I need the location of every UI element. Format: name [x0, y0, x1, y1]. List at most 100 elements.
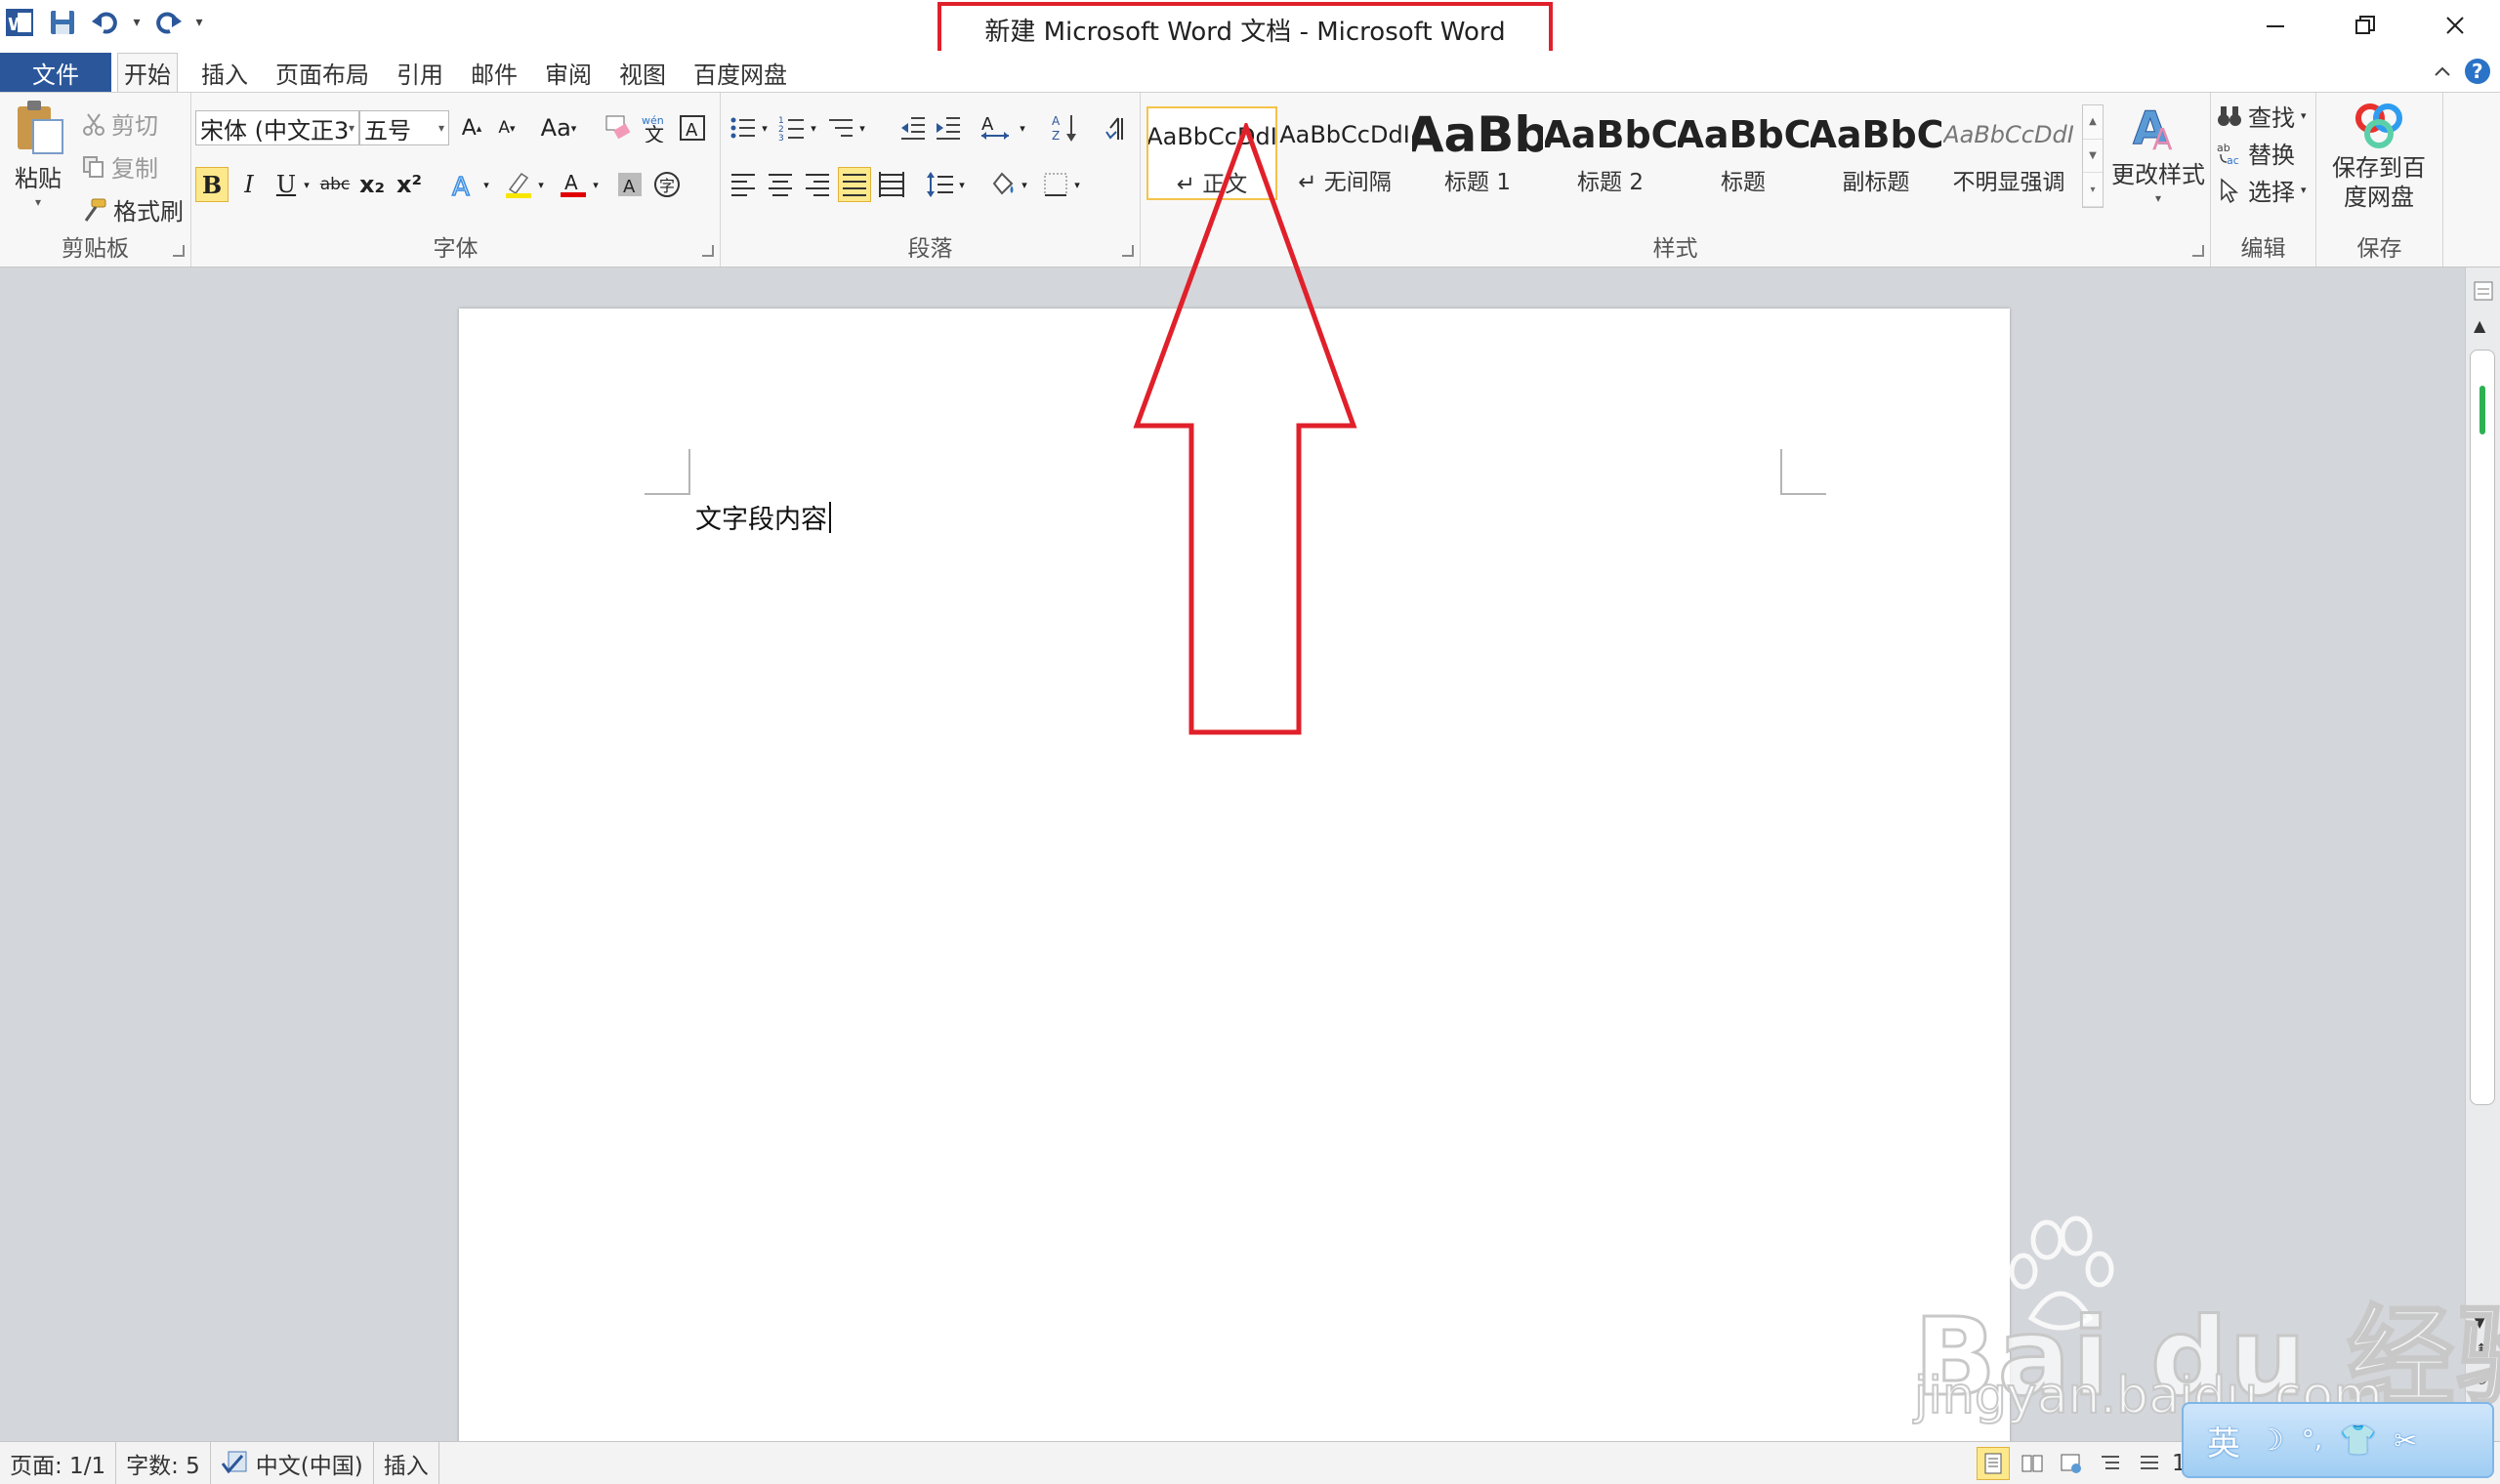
decrease-indent-button[interactable]: [896, 110, 930, 145]
underline-button[interactable]: U: [270, 167, 303, 202]
justify-button[interactable]: [838, 167, 871, 202]
bullets-dropdown-icon[interactable]: ▾: [758, 110, 771, 145]
select-button[interactable]: 选择 ▾: [2217, 173, 2307, 207]
redo-icon[interactable]: [148, 3, 188, 42]
grow-font-button[interactable]: A ▴: [455, 110, 488, 145]
multilevel-list-button[interactable]: [824, 110, 857, 145]
highlight-dropdown-icon[interactable]: ▾: [533, 167, 549, 202]
show-marks-button[interactable]: [1098, 110, 1131, 145]
bullets-button[interactable]: [727, 110, 760, 145]
tab-file[interactable]: 文件: [0, 53, 111, 92]
character-border-button[interactable]: A: [676, 110, 709, 145]
ime-toolbar[interactable]: 英 ☽ °, 👕 ✂: [2182, 1402, 2494, 1478]
numbering-button[interactable]: 123: [775, 110, 809, 145]
style-heading-1[interactable]: AaBb 标题 1: [1412, 106, 1543, 200]
styles-launcher-icon[interactable]: [2192, 245, 2204, 257]
paste-button[interactable]: 粘贴 ▾: [8, 97, 68, 209]
character-shading-button[interactable]: A: [613, 167, 646, 202]
highlight-button[interactable]: [502, 167, 535, 202]
font-size-combo[interactable]: 五号 ▾: [359, 110, 449, 145]
style-title[interactable]: AaBbC 标题: [1678, 106, 1809, 200]
tab-home[interactable]: 开始: [117, 53, 178, 92]
close-button[interactable]: [2410, 0, 2500, 51]
gallery-up-icon[interactable]: ▲: [2083, 105, 2103, 140]
tab-view[interactable]: 视图: [613, 53, 672, 92]
strikethrough-button[interactable]: abc: [318, 167, 352, 202]
scroll-thumb[interactable]: [2470, 350, 2495, 1105]
subscript-button[interactable]: x₂: [355, 167, 389, 202]
help-icon[interactable]: ?: [2463, 57, 2492, 86]
italic-button[interactable]: I: [232, 167, 266, 202]
font-size-dropdown-icon[interactable]: ▾: [438, 121, 444, 135]
distributed-button[interactable]: [875, 167, 908, 202]
tab-review[interactable]: 审阅: [539, 53, 598, 92]
style-subtitle[interactable]: AaBbC 副标题: [1811, 106, 1941, 200]
superscript-button[interactable]: x²: [393, 167, 426, 202]
word-icon[interactable]: W: [0, 3, 39, 42]
ime-language[interactable]: 英: [2207, 1417, 2240, 1464]
align-left-button[interactable]: [727, 167, 760, 202]
tab-references[interactable]: 引用: [391, 53, 449, 92]
gallery-more-icon[interactable]: ▾: [2083, 173, 2103, 208]
numbering-dropdown-icon[interactable]: ▾: [807, 110, 820, 145]
borders-dropdown-icon[interactable]: ▾: [1070, 167, 1084, 202]
text-effects-dropdown-icon[interactable]: ▾: [479, 167, 494, 202]
print-layout-view-button[interactable]: [1977, 1447, 2010, 1480]
enclose-characters-button[interactable]: 字: [650, 167, 684, 202]
undo-icon[interactable]: [86, 3, 125, 42]
copy-button[interactable]: 复制: [82, 149, 158, 184]
shading-dropdown-icon[interactable]: ▾: [1018, 167, 1031, 202]
minimize-ribbon-icon[interactable]: [2432, 61, 2453, 82]
shading-button[interactable]: [986, 167, 1020, 202]
increase-indent-button[interactable]: [932, 110, 965, 145]
phonetic-guide-button[interactable]: wén 文: [639, 110, 672, 145]
change-styles-button[interactable]: AA 更改样式 ▾: [2111, 99, 2205, 206]
style-heading-2[interactable]: AaBbC 标题 2: [1545, 106, 1676, 200]
find-dropdown-icon[interactable]: ▾: [2301, 109, 2307, 122]
minimize-button[interactable]: [2230, 0, 2320, 51]
web-layout-button[interactable]: [2055, 1447, 2088, 1480]
font-name-combo[interactable]: 宋体 (中文正3 ▾: [195, 110, 359, 145]
text-effects-button[interactable]: A: [447, 167, 480, 202]
vertical-scrollbar[interactable]: ▲ ▼ ⇞ ○: [2465, 268, 2500, 1441]
align-center-button[interactable]: [764, 167, 797, 202]
font-color-dropdown-icon[interactable]: ▾: [588, 167, 604, 202]
ime-moon-icon[interactable]: ☽: [2258, 1423, 2284, 1458]
bold-button[interactable]: B: [195, 167, 229, 202]
clipboard-launcher-icon[interactable]: [173, 245, 185, 257]
save-to-baidu-button[interactable]: 保存到百度网盘: [2320, 99, 2438, 212]
find-button[interactable]: 查找 ▾: [2217, 99, 2307, 133]
shrink-font-button[interactable]: A ▾: [490, 110, 523, 145]
chinese-layout-button[interactable]: A: [977, 110, 1016, 145]
tab-mailings[interactable]: 邮件: [465, 53, 523, 92]
format-painter-button[interactable]: 格式刷: [82, 192, 184, 227]
restore-button[interactable]: [2320, 0, 2410, 51]
tab-page-layout[interactable]: 页面布局: [270, 53, 375, 92]
font-launcher-icon[interactable]: [702, 245, 714, 257]
document-text[interactable]: 文字段内容: [695, 498, 831, 536]
save-icon[interactable]: [43, 3, 82, 42]
change-styles-dropdown-icon[interactable]: ▾: [2155, 191, 2161, 205]
font-color-button[interactable]: A: [557, 167, 590, 202]
chinese-layout-dropdown-icon[interactable]: ▾: [1016, 110, 1029, 145]
multilevel-dropdown-icon[interactable]: ▾: [855, 110, 869, 145]
paste-dropdown-icon[interactable]: ▾: [35, 195, 41, 209]
style-subtle-emphasis[interactable]: AaBbCcDdI 不明显强调: [1943, 106, 2074, 200]
cut-button[interactable]: 剪切: [82, 106, 158, 141]
status-page[interactable]: 页面: 1/1: [0, 1441, 117, 1484]
outline-view-button[interactable]: [2094, 1447, 2127, 1480]
gallery-down-icon[interactable]: ▼: [2083, 140, 2103, 174]
status-insert-mode[interactable]: 插入: [374, 1441, 439, 1484]
line-spacing-dropdown-icon[interactable]: ▾: [955, 167, 969, 202]
font-name-dropdown-icon[interactable]: ▾: [349, 121, 354, 135]
scroll-up-icon[interactable]: ▲: [2474, 316, 2485, 335]
select-dropdown-icon[interactable]: ▾: [2301, 184, 2307, 196]
draft-view-button[interactable]: [2133, 1447, 2166, 1480]
borders-button[interactable]: [1039, 167, 1072, 202]
underline-dropdown-icon[interactable]: ▾: [299, 167, 314, 202]
sort-button[interactable]: AZ: [1049, 110, 1082, 145]
ime-skin-icon[interactable]: 👕: [2340, 1423, 2376, 1458]
replace-button[interactable]: ab ac 替换: [2217, 136, 2295, 170]
ime-punctuation-icon[interactable]: °,: [2302, 1425, 2322, 1455]
align-right-button[interactable]: [801, 167, 834, 202]
